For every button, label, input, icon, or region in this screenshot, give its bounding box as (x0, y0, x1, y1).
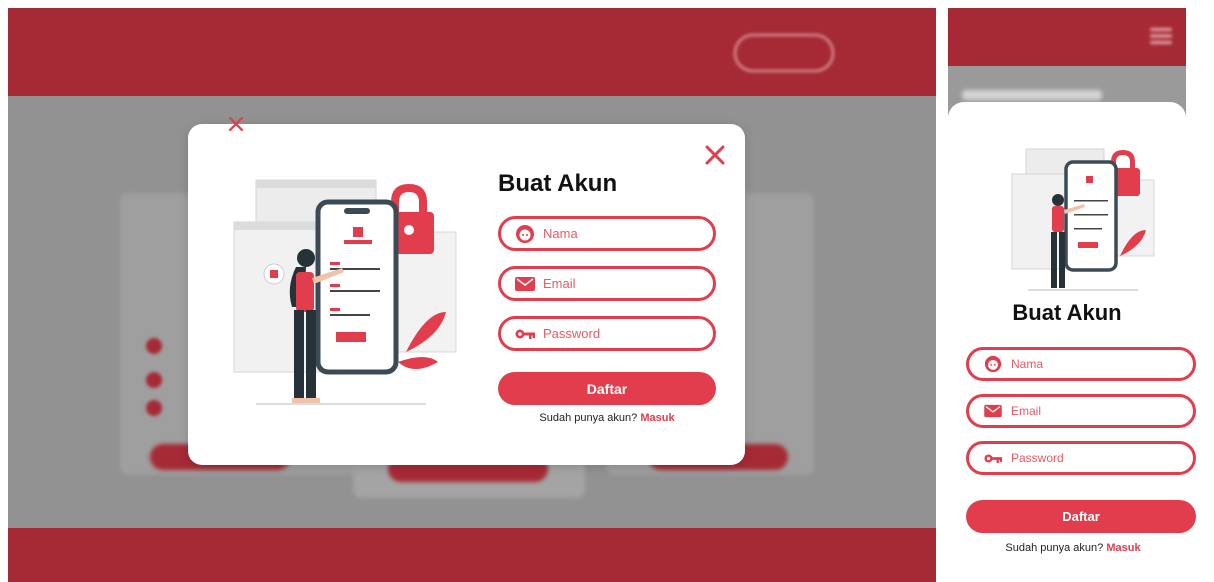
mobile-login-prompt-text: Sudah punya akun? (1005, 542, 1104, 554)
mobile-form-title: Buat Akun (1012, 300, 1122, 325)
register-button[interactable]: Daftar (498, 372, 716, 405)
login-link[interactable]: Masuk (640, 412, 674, 424)
mobile-email-input[interactable] (1011, 404, 1171, 418)
email-input[interactable] (543, 276, 703, 291)
register-modal: Buat Akun Daftar Sudah punya akun? Masuk (188, 124, 745, 465)
form-title: Buat Akun (498, 170, 618, 197)
email-field[interactable] (498, 266, 716, 301)
mobile-password-field[interactable] (966, 441, 1196, 475)
menu-icon (1150, 28, 1172, 44)
mobile-close-icon[interactable] (226, 114, 246, 134)
mobile-login-link[interactable]: Masuk (1106, 542, 1140, 554)
key-icon (983, 448, 1003, 468)
login-illustration (233, 179, 457, 405)
name-field[interactable] (498, 216, 716, 251)
face-icon (983, 354, 1003, 374)
desktop-view: Buat Akun Daftar Sudah punya akun? Masuk (8, 8, 936, 582)
mobile-login-prompt: Sudah punya akun? Masuk (948, 542, 1198, 554)
background-bullet (146, 338, 162, 354)
mobile-name-field[interactable] (966, 347, 1196, 381)
login-prompt: Sudah punya akun? Masuk (498, 412, 716, 424)
background-bullet (146, 400, 162, 416)
background-bullet (146, 372, 162, 388)
mobile-email-field[interactable] (966, 394, 1196, 428)
mobile-password-input[interactable] (1011, 451, 1171, 465)
background-login-button (734, 34, 834, 72)
envelope-icon (983, 401, 1003, 421)
mobile-register-button[interactable]: Daftar (966, 500, 1196, 533)
close-icon[interactable] (702, 142, 728, 168)
name-input[interactable] (543, 226, 703, 241)
login-prompt-text: Sudah punya akun? (539, 412, 638, 424)
mobile-login-illustration (1011, 148, 1155, 291)
mobile-background-text (962, 90, 1102, 100)
key-icon (515, 324, 535, 344)
envelope-icon (515, 274, 535, 294)
password-field[interactable] (498, 316, 716, 351)
password-input[interactable] (543, 326, 703, 341)
mobile-name-input[interactable] (1011, 357, 1171, 371)
background-footer (8, 528, 936, 582)
face-icon (515, 224, 535, 244)
